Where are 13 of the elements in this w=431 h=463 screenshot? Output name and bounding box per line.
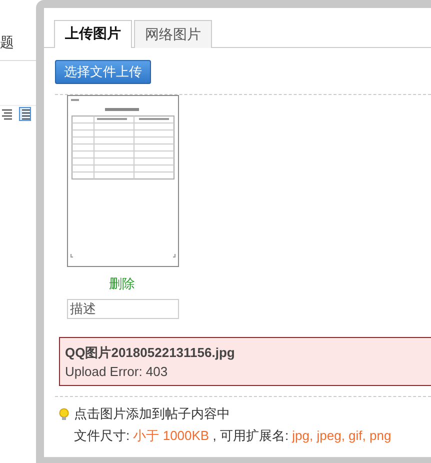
- tip-text: 点击图片添加到帖子内容中: [74, 405, 230, 423]
- error-text: Upload Error: 403: [65, 364, 169, 379]
- align-icon[interactable]: [19, 107, 31, 121]
- description-field[interactable]: 描述: [67, 299, 179, 319]
- lightbulb-icon: [59, 408, 69, 420]
- page-title-fragment: 题: [0, 34, 15, 52]
- align-icon[interactable]: [1, 108, 13, 120]
- file-name: QQ图片20180522131156.jpg: [65, 344, 236, 362]
- tab[interactable]: 网络图片: [134, 20, 212, 48]
- upload-button[interactable]: 选择文件上传: [55, 60, 151, 84]
- file-limits-text: 文件尺寸: 小于 1000KB , 可用扩展名: jpg, jpeg, gif, png: [74, 427, 392, 445]
- tab[interactable]: 上传图片: [54, 20, 132, 48]
- delete-link[interactable]: 删除: [109, 275, 135, 293]
